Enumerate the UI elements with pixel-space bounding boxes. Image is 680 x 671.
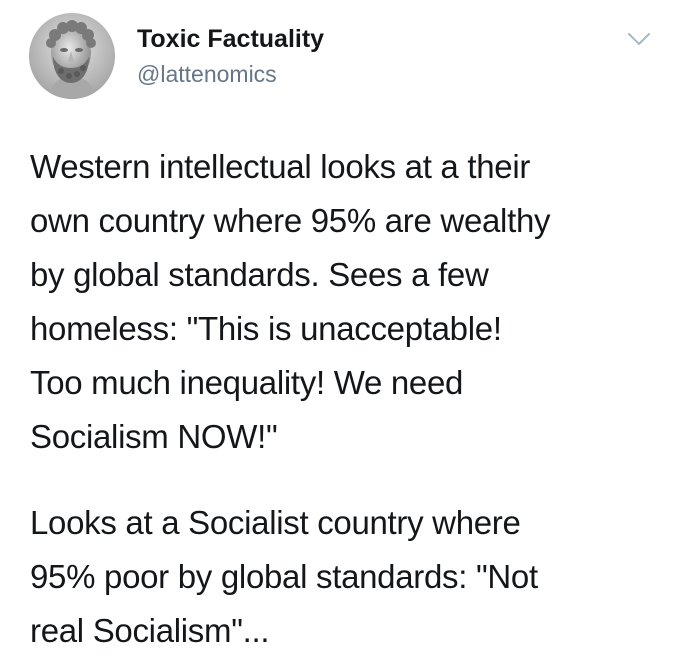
tweet-paragraph-2: Looks at a Socialist country where 95% p… — [30, 496, 670, 658]
marble-bust-icon — [29, 13, 115, 99]
chevron-down-icon[interactable] — [626, 28, 652, 50]
tweet-card: Toxic Factuality @lattenomics Western in… — [0, 0, 680, 671]
tweet-text-line: own country where 95% are wealthy — [30, 202, 551, 239]
tweet-text-line: Socialism NOW!" — [30, 418, 278, 455]
author-avatar[interactable] — [29, 13, 115, 99]
tweet-text-line: Western intellectual looks at a their — [30, 148, 531, 185]
tweet-text-line: real Socialism"... — [30, 612, 270, 649]
author-display-name[interactable]: Toxic Factuality — [137, 25, 324, 54]
tweet-text-line: Too much inequality! We need — [30, 364, 464, 401]
tweet-text-line: Looks at a Socialist country where — [30, 504, 521, 541]
tweet-text-line: 95% poor by global standards: "Not — [30, 558, 538, 595]
tweet-text-line: by global standards. Sees a few — [30, 256, 489, 293]
tweet-text-line: homeless: "This is unacceptable! — [30, 310, 502, 347]
author-handle[interactable]: @lattenomics — [137, 61, 277, 88]
tweet-paragraph-1: Western intellectual looks at a their ow… — [30, 140, 670, 464]
